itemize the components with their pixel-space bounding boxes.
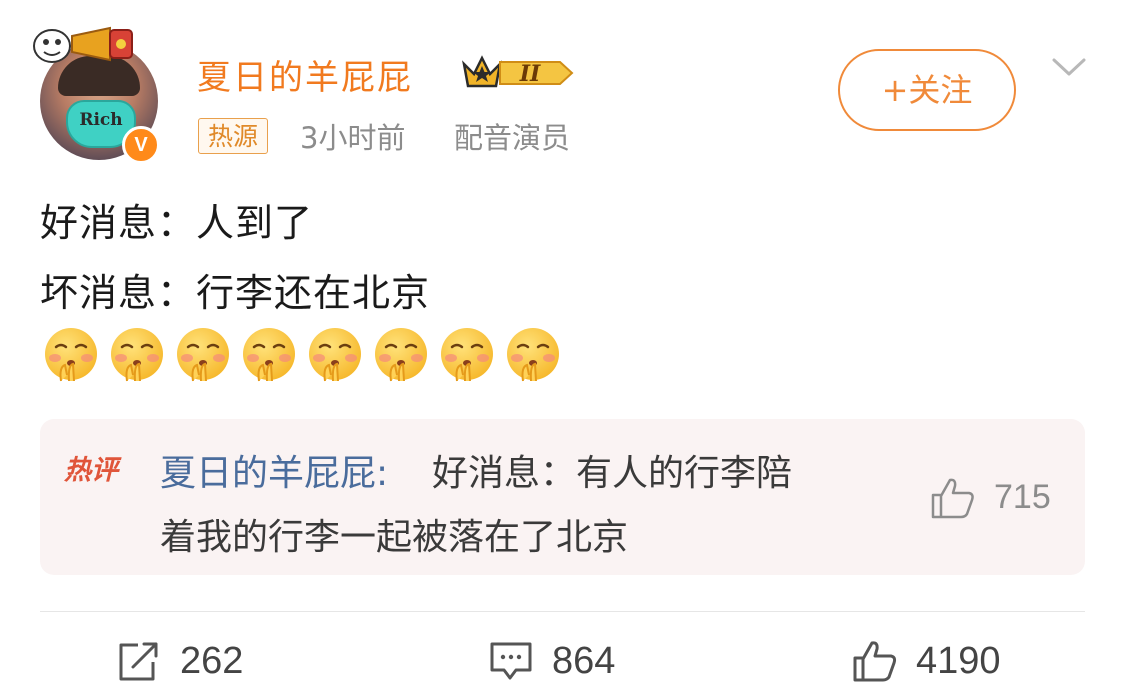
author-identity: 配音演员 — [454, 121, 571, 155]
comment-button[interactable]: 864 — [488, 636, 615, 686]
divider — [40, 611, 1085, 612]
hot-comment-author[interactable]: 夏日的羊屁屁: — [160, 444, 388, 496]
post-text-line2: 坏消息：行李还在北京 — [40, 271, 431, 315]
avatar-sticker-icon — [33, 26, 133, 63]
hot-comment-text-line1: 好消息：有人的行李陪 — [432, 453, 793, 494]
shushing-face-icon — [45, 328, 97, 382]
hot-comment-like-count: 715 — [994, 478, 1051, 516]
shushing-face-icon — [375, 328, 427, 382]
verified-badge-icon: V — [122, 126, 160, 164]
crown-level-icon: II — [462, 55, 574, 88]
level-badge-text: II — [519, 61, 541, 87]
follow-button[interactable]: +关注 — [838, 49, 1016, 131]
repost-icon — [119, 642, 158, 681]
post-text-line1: 好消息：人到了 — [40, 201, 314, 245]
thumbs-up-icon[interactable] — [930, 476, 976, 520]
shushing-face-icon — [243, 328, 295, 382]
source-tag: 热源 — [198, 118, 269, 154]
emoji-row — [42, 325, 562, 383]
comment-count: 864 — [552, 639, 616, 682]
comment-icon — [490, 642, 532, 680]
repost-count: 262 — [180, 639, 244, 682]
repost-button[interactable]: 262 — [116, 636, 243, 686]
like-button[interactable]: 4190 — [852, 636, 1001, 686]
shushing-face-icon — [507, 328, 559, 382]
chevron-down-icon[interactable] — [1050, 52, 1088, 82]
shushing-face-icon — [111, 328, 163, 382]
author-name[interactable]: 夏日的羊屁屁 — [197, 50, 413, 99]
shushing-face-icon — [441, 328, 493, 382]
hot-comment-logo: 热评 — [64, 455, 118, 486]
shushing-face-icon — [309, 328, 361, 382]
thumbs-up-icon — [853, 641, 897, 682]
shushing-face-icon — [177, 328, 229, 382]
avatar-mask-text: Rich — [79, 110, 123, 130]
post-time: 3小时前 — [300, 121, 406, 155]
hot-comment-text-line2: 着我的行李一起被落在了北京 — [160, 517, 629, 558]
like-count: 4190 — [916, 639, 1001, 682]
